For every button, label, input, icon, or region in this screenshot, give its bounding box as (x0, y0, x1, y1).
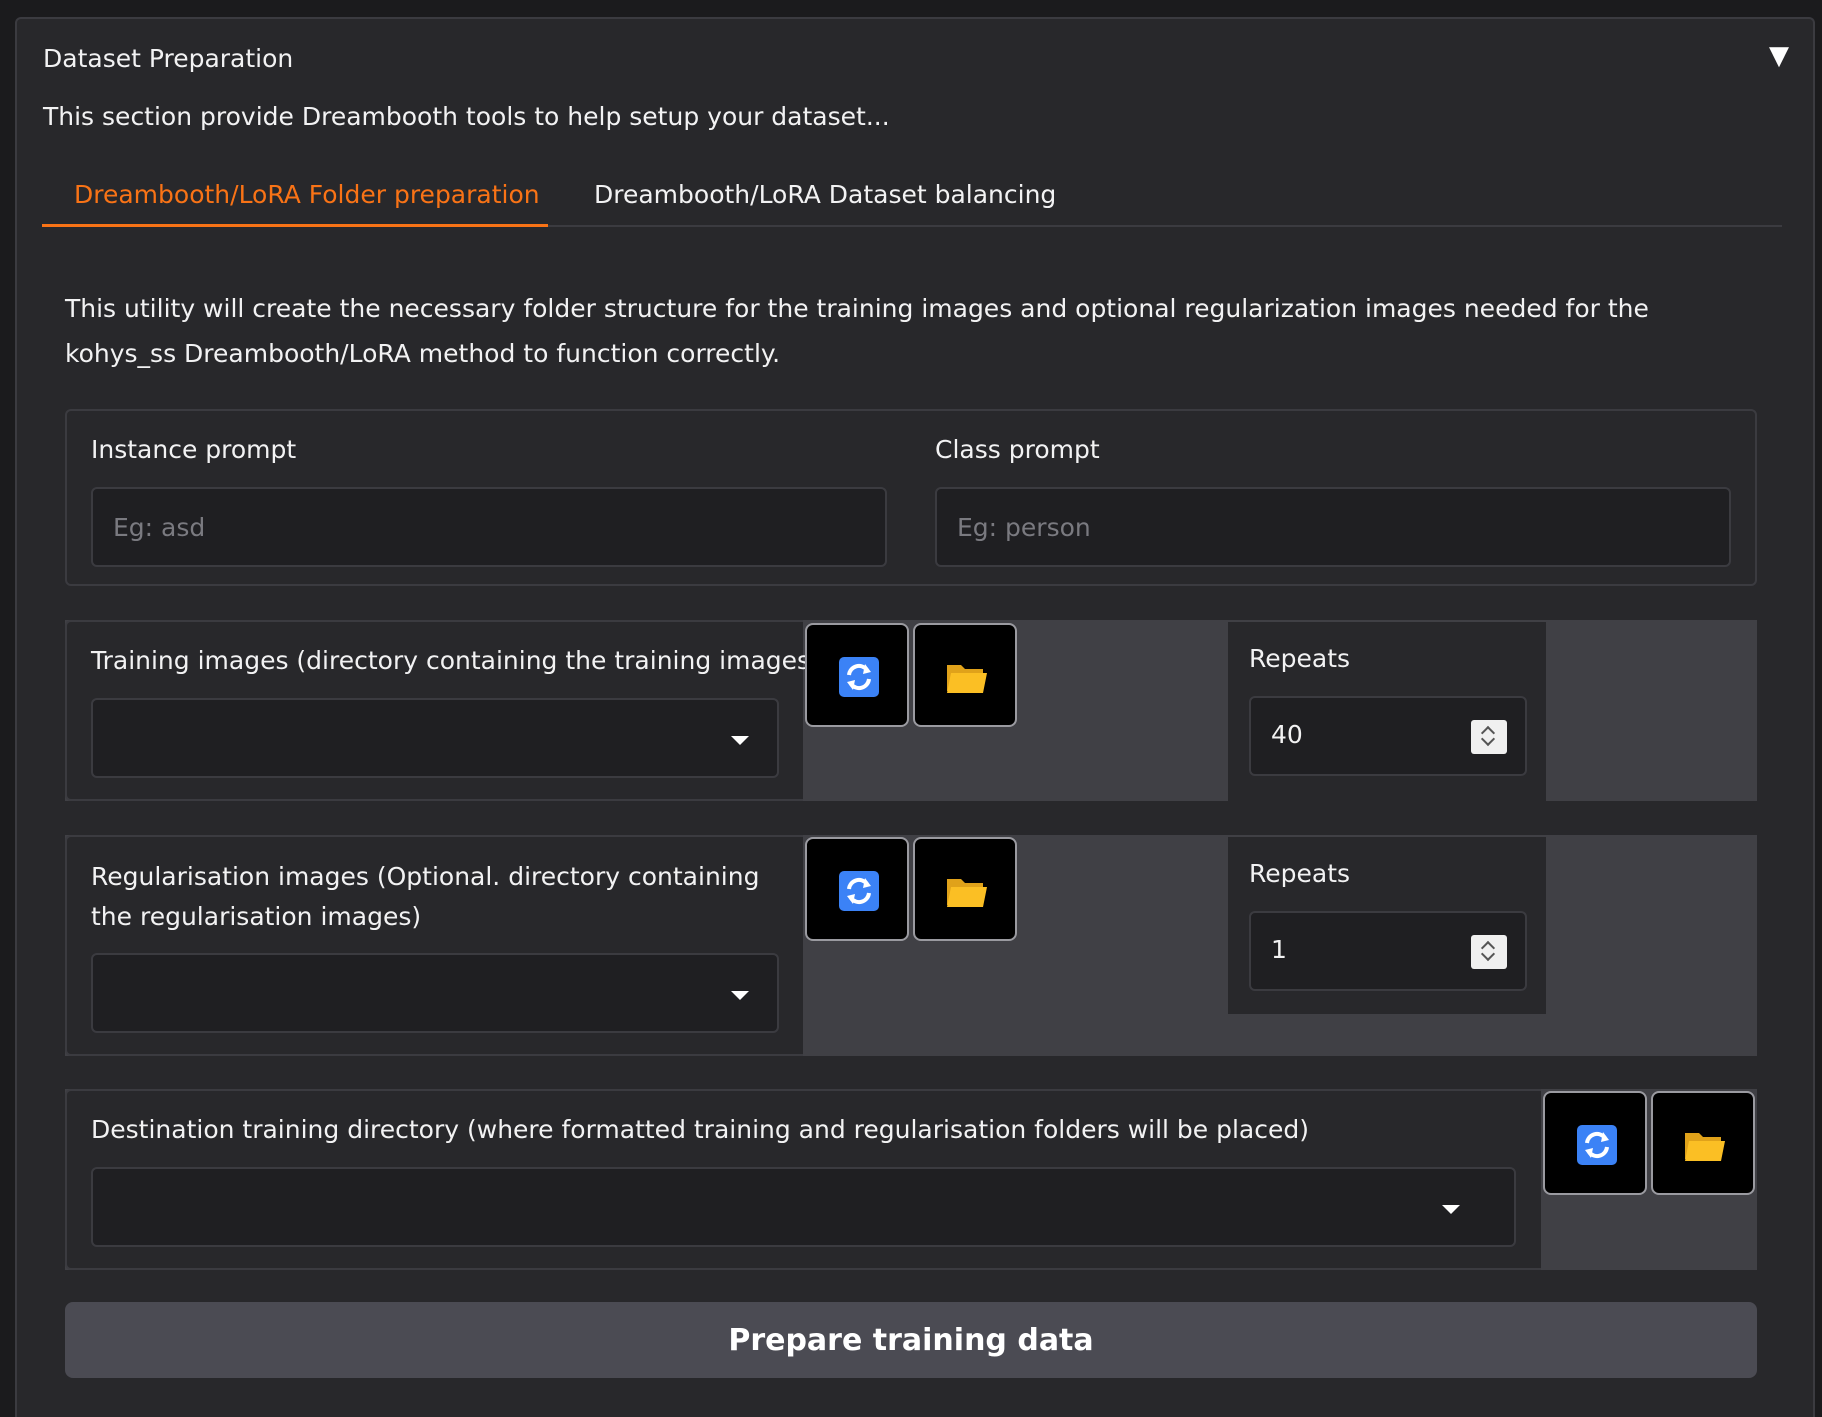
destination-folder-button[interactable] (1651, 1091, 1755, 1195)
training-refresh-button[interactable] (805, 623, 909, 727)
training-repeats-label: Repeats (1249, 644, 1351, 673)
instance-prompt-label: Instance prompt (91, 435, 297, 464)
folder-icon (947, 665, 987, 693)
chevron-down-icon (731, 736, 749, 745)
class-prompt-label: Class prompt (935, 435, 1100, 464)
number-spinner-icon[interactable] (1471, 935, 1507, 969)
collapse-triangle-icon[interactable]: ▼ (1769, 41, 1789, 71)
folder-icon (1685, 1133, 1725, 1161)
refresh-icon (839, 657, 879, 697)
chevron-down-icon (1442, 1205, 1460, 1214)
chevron-down-icon (731, 991, 749, 1000)
tab-bar: Dreambooth/LoRA Folder preparation Dream… (42, 179, 1782, 227)
number-spinner-icon[interactable] (1471, 720, 1507, 754)
regularisation-repeats-label: Repeats (1249, 859, 1351, 888)
regularisation-folder-button[interactable] (913, 837, 1017, 941)
regularisation-images-label: Regularisation images (Optional. directo… (91, 862, 760, 931)
folder-icon (947, 879, 987, 907)
training-images-label: Training images (directory containing th… (91, 646, 820, 675)
tab-dataset-balancing[interactable]: Dreambooth/LoRA Dataset balancing (562, 179, 1088, 227)
instance-prompt-input[interactable] (91, 487, 887, 567)
prepare-training-data-button[interactable]: Prepare training data (65, 1302, 1757, 1378)
refresh-icon (1577, 1125, 1617, 1165)
training-repeats-panel: Repeats 40 (1228, 622, 1546, 801)
destination-dropdown[interactable] (91, 1167, 1516, 1247)
tab-folder-preparation[interactable]: Dreambooth/LoRA Folder preparation (42, 179, 548, 227)
utility-description: This utility will create the necessary f… (65, 294, 1649, 368)
destination-panel: Destination training directory (where fo… (65, 1089, 1541, 1270)
refresh-icon (839, 871, 879, 911)
class-prompt-input[interactable] (935, 487, 1731, 567)
destination-refresh-button[interactable] (1543, 1091, 1647, 1195)
training-folder-button[interactable] (913, 623, 1017, 727)
accordion-title[interactable]: Dataset Preparation (43, 44, 293, 73)
training-images-dropdown[interactable] (91, 698, 779, 778)
training-repeats-value: 40 (1271, 720, 1303, 749)
regularisation-images-dropdown[interactable] (91, 953, 779, 1033)
prompts-panel: Instance prompt Class prompt (65, 409, 1757, 586)
regularisation-repeats-value: 1 (1271, 935, 1287, 964)
regularisation-refresh-button[interactable] (805, 837, 909, 941)
destination-label: Destination training directory (where fo… (91, 1115, 1310, 1144)
training-repeats-input[interactable]: 40 (1249, 696, 1527, 776)
training-images-panel: Training images (directory containing th… (65, 620, 820, 801)
regularisation-repeats-panel: Repeats 1 (1228, 837, 1546, 1014)
regularisation-repeats-input[interactable]: 1 (1249, 911, 1527, 991)
regularisation-images-panel: Regularisation images (Optional. directo… (65, 835, 803, 1056)
accordion-description: This section provide Dreambooth tools to… (43, 102, 890, 131)
